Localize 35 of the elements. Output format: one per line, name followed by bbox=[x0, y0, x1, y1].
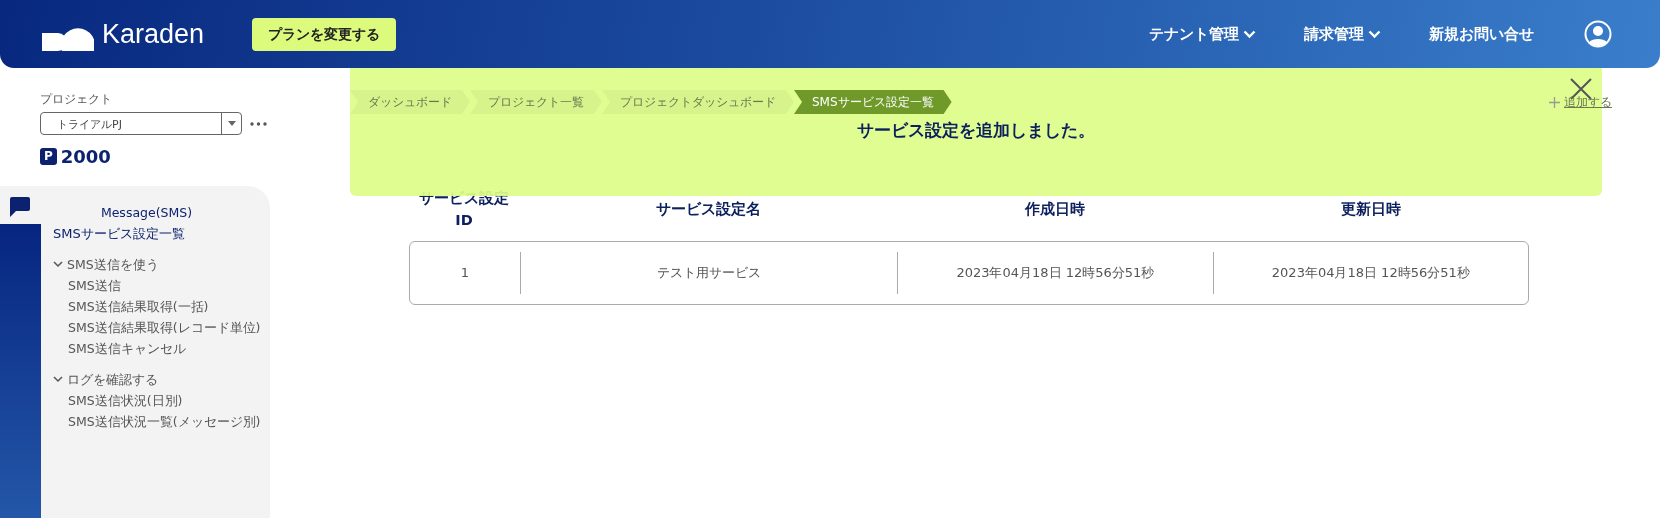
project-label: プロジェクト bbox=[40, 91, 113, 108]
caret-icon bbox=[227, 121, 236, 126]
menu-item[interactable]: SMS送信結果取得(一括) bbox=[53, 295, 209, 317]
project-select[interactable]: トライアルPJ bbox=[40, 112, 242, 135]
menu-group[interactable]: ログを確認する bbox=[53, 368, 158, 390]
points-badge: P bbox=[40, 148, 57, 165]
logo-text: Karaden bbox=[102, 17, 205, 51]
menu-item[interactable]: SMSサービス設定一覧 bbox=[53, 222, 185, 244]
menu-item[interactable]: SMS送信結果取得(レコード単位) bbox=[53, 316, 261, 338]
column-header: サービス設定名 bbox=[655, 200, 761, 220]
more-icon[interactable] bbox=[250, 121, 267, 126]
table-cell-text: テスト用サービス bbox=[656, 264, 761, 283]
column-header: 更新日時 bbox=[1341, 200, 1401, 220]
user-avatar-icon[interactable] bbox=[1584, 20, 1612, 48]
menu-item[interactable]: SMS送信 bbox=[53, 274, 121, 296]
alert-message: サービス設定を追加しました。 bbox=[857, 119, 1095, 142]
points-value: 2000 bbox=[60, 145, 111, 169]
chevron-down-icon bbox=[53, 375, 63, 383]
menu-group[interactable]: SMS送信を使う bbox=[53, 253, 159, 275]
section-title: Message(SMS) bbox=[100, 204, 193, 222]
change-plan-button[interactable]: プランを変更する bbox=[252, 17, 397, 51]
column-header: 作成日時 bbox=[1025, 200, 1085, 220]
table-cell-text: 1 bbox=[460, 264, 470, 283]
column-header: サービス設定 ID bbox=[418, 189, 510, 230]
chevron-down-icon bbox=[53, 260, 63, 268]
plus-icon bbox=[1549, 96, 1560, 108]
table-cell-text: 2023年04月18日 12時56分51秒 bbox=[956, 264, 1155, 283]
menu-item[interactable]: SMS送信状況一覧(メッセージ別) bbox=[53, 410, 261, 432]
nav-menu-item[interactable]: 新規お問い合せ bbox=[1423, 21, 1540, 47]
nav-menu-item[interactable]: テナント管理 bbox=[1143, 21, 1262, 47]
menu-item[interactable]: SMS送信キャンセル bbox=[53, 337, 186, 359]
nav-menu-item[interactable]: 請求管理 bbox=[1298, 21, 1387, 47]
menu-item[interactable]: SMS送信状況(日別) bbox=[53, 389, 183, 411]
chat-icon[interactable] bbox=[10, 196, 30, 217]
table-cell-text: 2023年04月18日 12時56分51秒 bbox=[1271, 264, 1470, 283]
